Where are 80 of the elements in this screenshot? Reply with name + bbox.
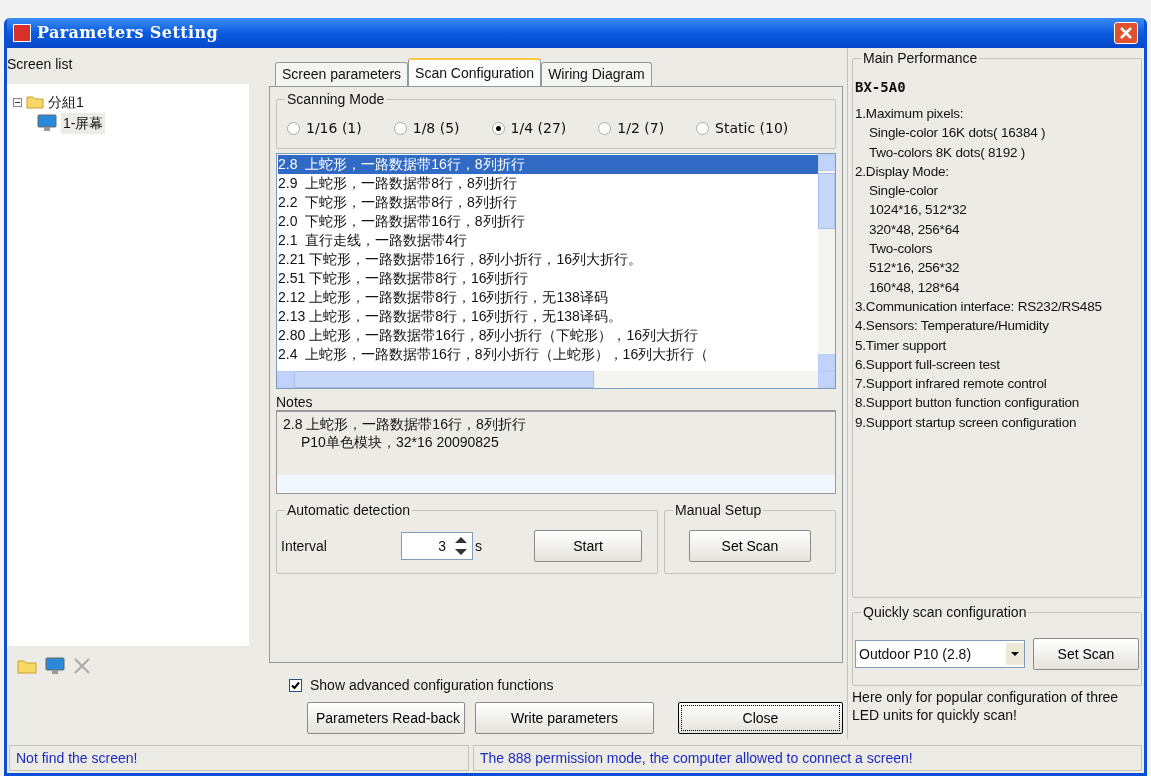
vertical-scrollbar[interactable] [818,154,835,371]
radio-label: 1/16 (1) [306,118,362,138]
performance-line: 8.Support button function configuration [855,394,1081,413]
folder-icon[interactable] [17,658,37,674]
group-title: Quickly scan configuration [861,603,1029,621]
set-scan-button[interactable]: Set Scan [689,530,811,562]
performance-line: 5.Timer support [855,336,948,355]
collapse-icon[interactable] [13,97,22,107]
window-title: Parameters Setting [37,22,219,44]
delete-icon[interactable] [73,657,91,675]
interval-value: 3 [437,536,447,556]
performance-line: 2.Display Mode: [855,162,950,181]
list-item[interactable]: 2.1 直行走线，一路数据带4行 [278,231,818,250]
quick-scan-dropdown[interactable]: Outdoor P10 (2.8) [855,640,1025,668]
list-item[interactable]: 2.4 上蛇形，一路数据带16行，8列小折行（上蛇形），16列大折行（ [278,345,818,364]
status-text: Not find the screen! [9,745,469,771]
performance-line: Single-color 16K dots( 16384 ) [868,124,1047,143]
list-item[interactable]: 2.51 下蛇形，一路数据带8行，16列折行 [278,269,818,288]
list-item[interactable]: 2.13 上蛇形，一路数据带8行，16列折行，无138译码。 [278,307,818,326]
set-scan-button[interactable]: Set Scan [1033,638,1139,670]
checkbox[interactable] [289,679,302,692]
list-item[interactable]: 2.0 下蛇形，一路数据带16行，8列折行 [278,212,818,231]
performance-line: 7.Support infrared remote control [855,375,1048,394]
interval-label: Interval [281,536,328,556]
list-item[interactable]: 2.21 下蛇形，一路数据带16行，8列小折行，16列大折行。 [278,250,818,269]
list-item[interactable]: 2.8 上蛇形，一路数据带16行，8列折行 [278,155,818,174]
performance-line: 6.Support full-screen test [855,355,1001,374]
group-title: Manual Setup [673,501,764,519]
folder-icon [26,95,44,109]
radio-label: Static (10) [715,118,789,138]
screen-list-label: Screen list [7,55,74,74]
performance-line: 3.Communication interface: RS232/RS485 [855,297,1103,316]
performance-line: Single-color [868,182,939,201]
monitor-icon [37,114,57,132]
performance-line: 4.Sensors: Temperature/Humidity [855,317,1050,336]
tab[interactable]: Screen parameters [275,62,409,86]
performance-line: 1.Maximum pixels: [855,105,965,123]
group-title: Scanning Mode [285,90,387,108]
close-button[interactable] [1114,22,1138,44]
dialog-button[interactable]: Write parameters [475,702,654,734]
list-item[interactable]: 2.12 上蛇形，一路数据带8行，16列折行，无138译码 [278,288,818,307]
checkbox-label: Show advanced configuration functions [310,676,554,695]
tree-item[interactable]: 1-屏幕 [61,112,106,134]
dialog-button[interactable]: Close [677,702,843,734]
app-logo-icon [13,24,31,42]
dialog-button[interactable]: Parameters Read-back [307,702,465,734]
status-text: The 888 permission mode, the computer allowed to connect a screen! [473,745,1142,771]
performance-line: 9.Support startup screen configuration [855,413,1078,432]
radio-label: 1/8 (5) [412,118,460,138]
radio-button[interactable] [491,121,505,135]
list-item[interactable]: 2.80 上蛇形，一路数据带16行，8列小折行（下蛇形），16列大折行 [278,326,818,345]
notes-text: P10单色模块，32*16 20090825 [300,433,500,451]
list-item[interactable]: 2.2 下蛇形，一路数据带8行，8列折行 [278,193,818,212]
monitor-icon[interactable] [45,657,65,675]
notes-label: Notes [276,394,314,410]
start-button[interactable]: Start [534,530,642,562]
close-icon [1120,27,1132,39]
performance-line: 320*48, 256*64 [868,220,961,239]
radio-button[interactable] [287,121,300,135]
list-item[interactable]: 2.9 上蛇形，一路数据带8行，8列折行 [278,174,818,193]
radio-label: 1/2 (7) [617,118,665,138]
radio-button[interactable] [598,121,612,135]
performance-line: 512*16, 256*32 [868,259,961,278]
radio-button[interactable] [696,121,710,135]
model-name: BX-5A0 [855,78,907,97]
interval-unit: s [475,536,482,556]
interval-spinbox[interactable]: 3 [401,532,473,560]
performance-line: Two-colors [868,240,934,259]
radio-label: 1/4 (27) [510,118,567,138]
tab[interactable]: Wiring Diagram [541,62,652,86]
notes-text: 2.8 上蛇形，一路数据带16行，8列折行 [283,415,527,433]
tree-item[interactable]: 分組1 [48,91,84,113]
performance-line: Two-colors 8K dots( 8192 ) [868,143,1027,162]
quick-scan-note: Here only for popular configuration of three LED units for quickly scan! [852,688,1120,724]
horizontal-scrollbar[interactable] [277,371,835,388]
performance-line: 1024*16, 512*32 [868,201,968,220]
performance-line: 160*48, 128*64 [868,278,961,297]
radio-button[interactable] [393,121,407,135]
horizontal-scrollbar[interactable] [277,475,835,493]
tab[interactable]: Scan Configuration [408,58,542,86]
